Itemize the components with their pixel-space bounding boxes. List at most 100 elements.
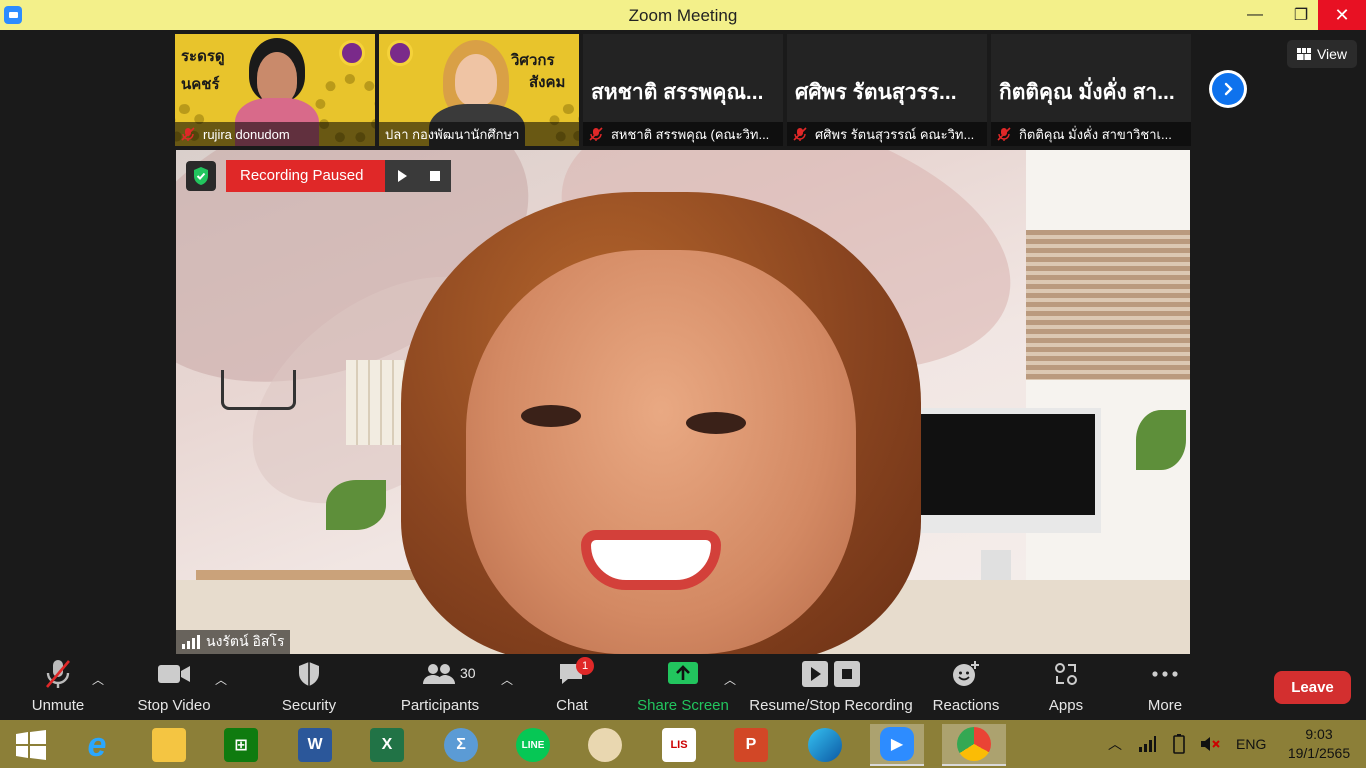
participants-icon [423,664,455,684]
resume-recording-icon[interactable] [395,169,409,183]
show-hidden-icons-button[interactable]: ︿ [1108,720,1122,768]
leave-meeting-button[interactable]: Leave [1274,671,1351,704]
math-input-icon: Σ [444,728,478,762]
plant [1136,410,1186,470]
video-options-caret[interactable]: ︿ [215,671,227,688]
internet-explorer-icon: e [87,725,107,764]
participant-display-name: กิตติคุณ มั่งคั่ง สา... [999,81,1175,104]
share-screen-icon [668,662,698,684]
window [1026,150,1190,654]
line-app-icon: LINE [516,728,550,762]
participant-display-name: สหชาติ สรรพคุณ... [591,81,764,104]
poster-text: นคชร์ [181,76,220,93]
security-button[interactable]: Security [278,655,340,720]
stop-video-button[interactable]: Stop Video [134,655,214,720]
speaker-mouth [581,530,721,590]
speaker-face [466,250,856,654]
taskbar-file-explorer[interactable] [142,724,196,766]
unmute-button[interactable]: Unmute [28,655,88,720]
next-page-button[interactable] [1209,70,1247,108]
taskbar-store[interactable]: ⊞ [214,724,268,766]
poster-text: สังคม [529,74,566,91]
more-button[interactable]: More [1142,655,1188,720]
emoji-plus-icon [953,661,979,686]
minimize-button[interactable]: — [1232,0,1278,30]
zoom-icon: ▶ [880,727,914,761]
active-speaker-video [176,150,1190,654]
participants-options-caret[interactable]: ︿ [501,671,513,688]
participant-name: rujira donudom [203,126,290,142]
participant-name: กิตติคุณ มั่งคั่ง สาขาวิชาเ... [1019,126,1172,142]
taskbar-word[interactable]: W [288,724,342,766]
stop-icon [834,661,860,687]
powerpoint-icon: P [734,728,768,762]
encryption-shield-icon[interactable] [186,161,216,191]
taskbar-clock[interactable]: 9:03 19/1/2565 [1274,725,1364,763]
resume-stop-recording-button[interactable]: Resume/Stop Recording [748,655,914,720]
mic-off-icon [793,127,807,141]
desktop-monitor [896,408,1101,533]
university-logo [339,40,365,66]
taskbar-edge[interactable] [798,724,852,766]
title-bar: Zoom Meeting — ❐ ✕ [0,0,1366,30]
taskbar-excel[interactable]: X [360,724,414,766]
taskbar-powerpoint[interactable]: P [724,724,778,766]
chevron-right-icon [1224,82,1233,96]
wire-basket [221,370,296,410]
folder-icon [152,728,186,762]
participant-thumbnail[interactable]: ศศิพร รัตนสุวรร... ศศิพร รัตนสุวรรณ์ คณะ… [787,34,987,146]
stop-recording-icon[interactable] [429,170,441,182]
clock-time: 9:03 [1305,726,1333,742]
taskbar-zoom[interactable]: ▶ [870,724,924,766]
university-logo [387,40,413,66]
start-button[interactable] [4,724,58,766]
clock-date: 19/1/2565 [1287,745,1351,761]
reactions-button[interactable]: Reactions [930,655,1002,720]
participant-thumbnail[interactable]: สหชาติ สรรพคุณ... สหชาติ สรรพคุณ (คณะวิท… [583,34,783,146]
input-language[interactable]: ENG [1236,720,1266,768]
participant-label: สหชาติ สรรพคุณ (คณะวิท... [583,122,783,146]
participant-label: ปลา กองพัฒนานักศึกษา [379,122,579,146]
meeting-toolbar: Unmute ︿ Stop Video ︿ Security 30 Partic… [0,655,1366,720]
network-icon[interactable] [1138,720,1156,768]
excel-icon: X [370,728,404,762]
participant-thumbnail[interactable]: วิศวกร สังคม ปลา กองพัฒนานักศึกษา [379,34,579,146]
share-screen-button[interactable]: Share Screen [636,655,730,720]
participant-label: rujira donudom [175,122,375,146]
share-options-caret[interactable]: ︿ [724,671,736,688]
participant-thumbnails: ระดรดู นคชร์ rujira donudom วิศวกร สังคม… [175,34,1191,146]
taskbar-line[interactable]: LINE [506,724,560,766]
books [346,360,406,445]
taskbar-internet-explorer[interactable]: e [70,724,124,766]
audio-options-caret[interactable]: ︿ [92,671,104,688]
participant-label: ศศิพร รัตนสุวรรณ์ คณะวิท... [787,122,987,146]
speaker-muted-icon[interactable] [1200,720,1220,768]
taskbar-chrome[interactable] [942,724,1006,766]
windows-logo-icon [16,730,46,760]
participant-thumbnail[interactable]: ระดรดู นคชร์ rujira donudom [175,34,375,146]
signal-strength-icon [182,635,200,649]
view-button[interactable]: View [1287,40,1357,68]
recording-status: Recording Paused [226,160,386,192]
taskbar-lisrel[interactable]: LIS [652,724,706,766]
participants-button[interactable]: 30 Participants [398,655,482,720]
chat-unread-badge: 1 [576,657,594,675]
mic-off-icon [589,127,603,141]
participant-face [455,54,497,106]
grid-view-icon [1296,48,1311,60]
participant-display-name: ศศิพร รัตนสุวรร... [795,81,957,104]
taskbar-math-input[interactable]: Σ [434,724,488,766]
mic-off-icon [997,127,1011,141]
close-button[interactable]: ✕ [1318,0,1366,30]
participant-name: สหชาติ สรรพคุณ (คณะวิท... [611,126,770,142]
word-icon: W [298,728,332,762]
chrome-icon [957,727,991,761]
chat-button[interactable]: 1 Chat [552,655,594,720]
play-icon [802,661,828,687]
view-button-label: View [1316,46,1348,62]
battery-icon[interactable] [1170,720,1188,768]
active-speaker-label: นงรัตน์ อิสโร [176,630,291,654]
apps-button[interactable]: Apps [1046,655,1086,720]
taskbar-paint[interactable] [578,724,632,766]
participant-thumbnail[interactable]: กิตติคุณ มั่งคั่ง สา... กิตติคุณ มั่งคั่… [991,34,1191,146]
